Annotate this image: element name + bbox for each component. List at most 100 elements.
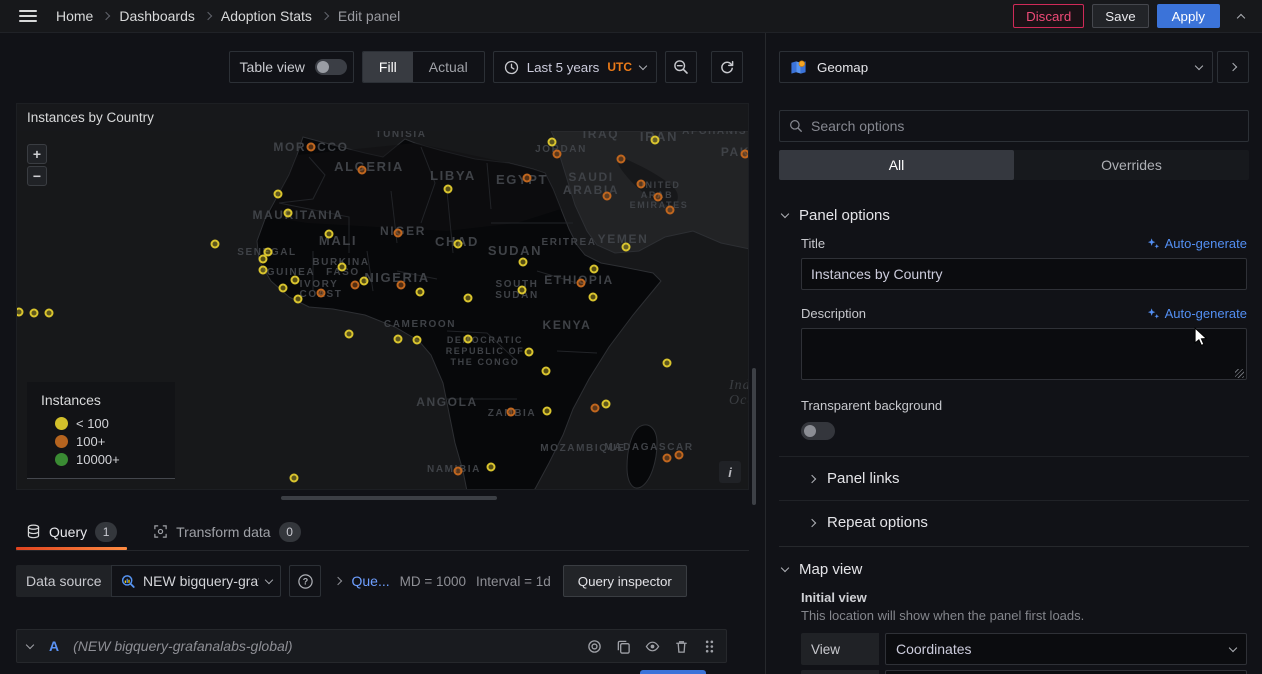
query-options-toggle[interactable]: Que... (351, 573, 389, 589)
description-autogenerate-link[interactable]: Auto-generate (1147, 306, 1247, 321)
map-data-point[interactable] (291, 475, 298, 482)
map-data-point[interactable] (17, 309, 23, 316)
options-search[interactable]: Search options (779, 110, 1249, 142)
map-data-point[interactable] (676, 452, 683, 459)
map-data-point[interactable] (31, 310, 38, 317)
save-button[interactable]: Save (1092, 4, 1148, 28)
map-data-point[interactable] (352, 282, 359, 289)
breadcrumb-home[interactable]: Home (56, 8, 93, 24)
map-attribution-button[interactable]: i (719, 461, 741, 483)
section-repeat-options[interactable]: Repeat options (779, 500, 1249, 544)
map-data-point[interactable] (592, 405, 599, 412)
map-data-point[interactable] (339, 264, 346, 271)
panel-title-input[interactable] (801, 258, 1247, 290)
textarea-resize-handle[interactable] (1235, 369, 1244, 378)
datasource-picker[interactable]: NEW bigquery-graf (111, 565, 281, 597)
map-data-point[interactable] (265, 249, 272, 256)
tab-all[interactable]: All (779, 150, 1014, 180)
map-data-point[interactable] (455, 241, 462, 248)
map-data-point[interactable] (554, 151, 561, 158)
view-select[interactable]: Coordinates (885, 633, 1247, 665)
breadcrumb-dashboard-name[interactable]: Adoption Stats (221, 8, 312, 24)
map-data-point[interactable] (664, 360, 671, 367)
map-data-point[interactable] (465, 336, 472, 343)
map-data-point[interactable] (578, 280, 585, 287)
tab-transform-data[interactable]: Transform data 0 (143, 513, 310, 550)
table-view-toggle[interactable] (315, 59, 347, 75)
map-data-point[interactable] (275, 191, 282, 198)
run-query-button-partial[interactable] (640, 670, 706, 674)
map-data-point[interactable] (361, 278, 368, 285)
map-data-point[interactable] (318, 290, 325, 297)
map-data-point[interactable] (326, 231, 333, 238)
map-data-point[interactable] (445, 186, 452, 193)
map-data-point[interactable] (280, 285, 287, 292)
map-data-point[interactable] (260, 256, 267, 263)
map-data-point[interactable] (285, 210, 292, 217)
map-data-point[interactable] (526, 349, 533, 356)
map-data-point[interactable] (398, 282, 405, 289)
copy-icon[interactable] (616, 639, 631, 654)
drag-handle-icon[interactable] (703, 639, 716, 654)
collapse-query-icon[interactable] (26, 640, 34, 648)
map-data-point[interactable] (465, 295, 472, 302)
section-panel-options[interactable]: Panel options (779, 193, 1249, 236)
map-data-point[interactable] (549, 139, 556, 146)
map-data-point[interactable] (604, 193, 611, 200)
map-data-point[interactable] (414, 337, 421, 344)
map-data-point[interactable] (212, 241, 219, 248)
map-data-point[interactable] (590, 294, 597, 301)
map-data-point[interactable] (544, 408, 551, 415)
section-panel-links[interactable]: Panel links (779, 456, 1249, 500)
breadcrumb-dashboards[interactable]: Dashboards (119, 8, 195, 24)
map-data-point[interactable] (623, 244, 630, 251)
map-data-point[interactable] (655, 194, 662, 201)
tab-overrides[interactable]: Overrides (1014, 150, 1249, 180)
map-data-point[interactable] (359, 167, 366, 174)
map-zoom-in-button[interactable]: + (27, 144, 47, 164)
map-data-point[interactable] (667, 207, 674, 214)
fill-option[interactable]: Fill (363, 52, 413, 82)
discard-button[interactable]: Discard (1013, 4, 1084, 28)
chevron-up-icon[interactable] (1228, 4, 1254, 28)
eye-icon[interactable] (645, 639, 660, 654)
map-data-point[interactable] (524, 175, 531, 182)
map-data-point[interactable] (508, 409, 515, 416)
refresh-button[interactable] (711, 51, 743, 83)
map-zoom-out-button[interactable]: − (27, 166, 47, 186)
map-data-point[interactable] (591, 266, 598, 273)
map-canvas[interactable]: TUNISIAMOROCCOALGERIALIBYAEGYPTSAUDIARAB… (17, 131, 748, 489)
apply-button[interactable]: Apply (1157, 4, 1220, 28)
trash-icon[interactable] (674, 639, 689, 654)
map-data-point[interactable] (308, 144, 315, 151)
transparent-background-toggle[interactable] (801, 422, 835, 440)
tab-query[interactable]: Query 1 (16, 513, 127, 550)
map-data-point[interactable] (520, 259, 527, 266)
query-inspector-button[interactable]: Query inspector (563, 565, 687, 597)
section-map-view[interactable]: Map view (779, 547, 1249, 590)
circle-icon[interactable] (587, 639, 602, 654)
panel-header[interactable]: Instances by Country (17, 104, 748, 131)
actual-option[interactable]: Actual (413, 52, 484, 82)
map-data-point[interactable] (260, 267, 267, 274)
map-data-point[interactable] (292, 277, 299, 284)
map-data-point[interactable] (395, 336, 402, 343)
map-data-point[interactable] (46, 310, 53, 317)
editor-resize-handle[interactable] (281, 496, 497, 500)
map-data-point[interactable] (543, 368, 550, 375)
map-data-point[interactable] (519, 287, 526, 294)
map-data-point[interactable] (417, 289, 424, 296)
latitude-input[interactable]: 4.220437 (885, 670, 1247, 674)
menu-icon[interactable] (8, 2, 48, 30)
map-data-point[interactable] (455, 468, 462, 475)
collapse-options-button[interactable] (1217, 51, 1249, 83)
map-data-point[interactable] (488, 464, 495, 471)
title-autogenerate-link[interactable]: Auto-generate (1147, 236, 1247, 251)
map-data-point[interactable] (652, 137, 659, 144)
datasource-help-button[interactable]: ? (289, 565, 321, 597)
map-data-point[interactable] (395, 230, 402, 237)
map-data-point[interactable] (638, 181, 645, 188)
map-data-point[interactable] (742, 151, 749, 158)
panel-description-input[interactable] (801, 328, 1247, 380)
map-data-point[interactable] (295, 296, 302, 303)
